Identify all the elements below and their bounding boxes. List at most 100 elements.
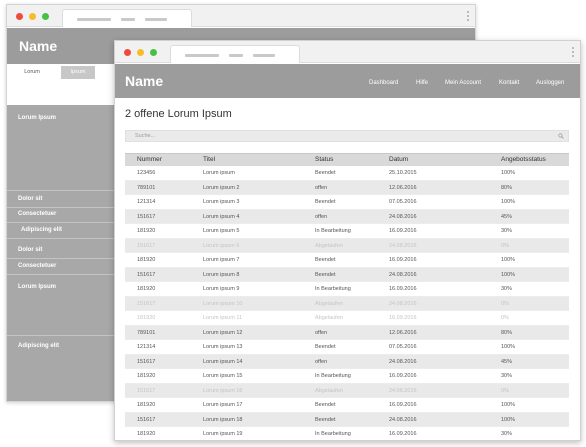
sidebar-item-dolor-sit-2[interactable]: Dolor sit — [7, 247, 115, 259]
column-header-status[interactable]: Status — [315, 156, 333, 163]
cell-datum: 07.05.2016 — [389, 344, 417, 350]
cell-datum: 25.10.2015 — [389, 170, 417, 176]
cell-nummer: 121314 — [137, 344, 156, 350]
sidebar-item-lorum-ipsum[interactable]: Lorum Ipsum — [7, 113, 115, 191]
cell-angebotsstatus: 0% — [501, 315, 509, 321]
close-dot-icon[interactable] — [16, 13, 23, 20]
tab-lorum[interactable]: Lorum — [15, 66, 49, 79]
cell-titel: Lorum ipsum 8 — [203, 271, 240, 278]
sidebar-item-consectetuer[interactable]: Consectetuer — [7, 211, 115, 223]
cell-nummer: 151617 — [137, 271, 156, 278]
cell-angebotsstatus: 0% — [501, 300, 509, 307]
table-row[interactable]: 151617 Lorum ipsum 8 Beendet 24.08.2016 100% — [125, 267, 569, 282]
column-header-datum[interactable]: Datum — [389, 156, 408, 163]
minimize-dot-icon[interactable] — [29, 13, 36, 20]
table-row[interactable]: 181920 Lorum ipsum 17 Beendet 16.09.2016 100… — [125, 398, 569, 413]
nav-mein-account[interactable]: Mein Account — [445, 80, 481, 86]
table-row[interactable]: 121314 Lorum ipsum 13 Beendet 07.05.2016 100… — [125, 340, 569, 355]
nav-kontakt[interactable]: Kontakt — [499, 80, 519, 86]
cell-status: Abgelaufen — [315, 315, 343, 321]
nav-dashboard[interactable]: Dashboard — [369, 80, 398, 86]
cell-titel: Lorum ipsum 2 — [203, 184, 240, 191]
maximize-dot-icon[interactable] — [150, 49, 157, 56]
cell-status: In Bearbeitung — [315, 431, 351, 437]
cell-nummer: 151617 — [137, 416, 156, 423]
cell-angebotsstatus: 0% — [501, 387, 509, 394]
cell-status: Beendet — [315, 257, 336, 263]
table-row[interactable]: 789101 Lorum ipsum 12 offen 12.06.2016 80% — [125, 325, 569, 340]
sidebar-item-adipiscing-elit[interactable]: Adipiscing elit — [7, 227, 115, 239]
sidebar-item-adipiscing-elit-2[interactable]: Adipiscing elit — [7, 343, 115, 357]
table-row[interactable]: 151617 Lorum ipsum 16 Abgelaufen 24.08.2016… — [125, 383, 569, 398]
table-row[interactable]: 789101 Lorum ipsum 2 offen 12.06.2016 80% — [125, 180, 569, 195]
app-header: Name Dashboard Hilfe Mein Account Kontak… — [115, 64, 580, 98]
table-row[interactable]: 181920 Lorum ipsum 7 Beendet 16.09.2016 100% — [125, 253, 569, 268]
cell-titel: Lorum ipsum 11 — [203, 315, 243, 321]
tab-ipsum[interactable]: Ipsum — [61, 66, 95, 79]
cell-status: Beendet — [315, 416, 336, 423]
cell-angebotsstatus: 100% — [501, 344, 516, 350]
cell-nummer: 789101 — [137, 329, 156, 336]
table-row[interactable]: 121314 Lorum ipsum 3 Beendet 07.05.2016 100% — [125, 195, 569, 210]
table-row[interactable]: 181920 Lorum ipsum 9 In Bearbeitung 16.09.2… — [125, 282, 569, 297]
kebab-menu-icon[interactable] — [572, 47, 575, 59]
kebab-menu-icon[interactable] — [467, 11, 470, 23]
sidebar: Lorum Ipsum Dolor sit Consectetuer Adipi… — [7, 105, 115, 401]
cell-nummer: 181920 — [137, 315, 156, 321]
table-row[interactable]: 181920 Lorum ipsum 19 In Bearbeitung 16.09.… — [125, 427, 569, 440]
app-title: Name — [125, 73, 164, 89]
search-icon[interactable] — [558, 133, 564, 139]
cell-nummer: 181920 — [137, 373, 156, 379]
column-header-angebotsstatus[interactable]: Angebotsstatus — [501, 156, 546, 163]
cell-nummer: 123456 — [137, 170, 156, 176]
column-header-titel[interactable]: Titel — [203, 156, 215, 163]
cell-status: Abgelaufen — [315, 242, 343, 249]
cell-titel: Lorum ipsum 7 — [203, 257, 240, 263]
nav-ausloggen[interactable]: Ausloggen — [536, 80, 564, 86]
table-row[interactable]: 151617 Lorum ipsum 14 offen 24.08.2016 45% — [125, 354, 569, 369]
table-row[interactable]: 181920 Lorum ipsum 5 In Bearbeitung 16.09.2… — [125, 224, 569, 239]
table-row[interactable]: 151617 Lorum ipsum 6 Abgelaufen 24.08.2016 0… — [125, 238, 569, 253]
cell-datum: 24.08.2016 — [389, 213, 417, 220]
cell-nummer: 151617 — [137, 358, 156, 365]
table-row[interactable]: 181920 Lorum ipsum 15 In Bearbeitung 16.09.… — [125, 369, 569, 384]
cell-titel: Lorum ipsum 9 — [203, 286, 240, 292]
nav-hilfe[interactable]: Hilfe — [416, 80, 428, 86]
table-row[interactable]: 123456 Lorum ipsum Beendet 25.10.2015 100% — [125, 166, 569, 181]
cell-titel: Lorum ipsum 3 — [203, 199, 240, 205]
table-body: 123456 Lorum ipsum Beendet 25.10.2015 100% 78… — [125, 166, 569, 440]
column-header-nummer[interactable]: Nummer — [137, 156, 162, 163]
cell-status: Beendet — [315, 344, 336, 350]
cell-nummer: 151617 — [137, 213, 156, 220]
close-dot-icon[interactable] — [124, 49, 131, 56]
cell-titel: Lorum ipsum 12 — [203, 329, 243, 336]
cell-status: Abgelaufen — [315, 387, 343, 394]
app-title: Name — [19, 38, 58, 54]
browser-chrome — [115, 41, 580, 63]
table-row[interactable]: 151617 Lorum ipsum 4 offen 24.08.2016 45% — [125, 209, 569, 224]
cell-datum: 16.09.2016 — [389, 257, 417, 263]
browser-tab[interactable] — [62, 9, 192, 27]
cell-status: Beendet — [315, 170, 336, 176]
search-input[interactable] — [126, 131, 546, 141]
cell-titel: Lorum ipsum 14 — [203, 358, 243, 365]
minimize-dot-icon[interactable] — [137, 49, 144, 56]
cell-nummer: 151617 — [137, 242, 156, 249]
sidebar-item-dolor-sit[interactable]: Dolor sit — [7, 196, 115, 208]
cell-titel: Lorum ipsum 10 — [203, 300, 243, 307]
results-table: Nummer Titel Status Datum Angebotsstatus… — [125, 153, 569, 440]
cell-datum: 16.09.2016 — [389, 286, 417, 292]
table-row[interactable]: 181920 Lorum ipsum 11 Abgelaufen 16.09.2016… — [125, 311, 569, 326]
cell-datum: 16.09.2016 — [389, 315, 417, 321]
cell-titel: Lorum ipsum 19 — [203, 431, 243, 437]
sidebar-item-lorum-ipsum-2[interactable]: Lorum Ipsum — [7, 282, 115, 336]
browser-tab[interactable] — [170, 45, 300, 63]
cell-angebotsstatus: 30% — [501, 373, 513, 379]
maximize-dot-icon[interactable] — [42, 13, 49, 20]
cell-status: offen — [315, 213, 328, 220]
sidebar-item-consectetuer-2[interactable]: Consectetuer — [7, 263, 115, 275]
browser-chrome — [7, 5, 475, 27]
table-row[interactable]: 151617 Lorum ipsum 10 Abgelaufen 24.08.2016… — [125, 296, 569, 311]
cell-angebotsstatus: 100% — [501, 402, 516, 408]
table-row[interactable]: 151617 Lorum ipsum 18 Beendet 24.08.2016 100… — [125, 412, 569, 427]
